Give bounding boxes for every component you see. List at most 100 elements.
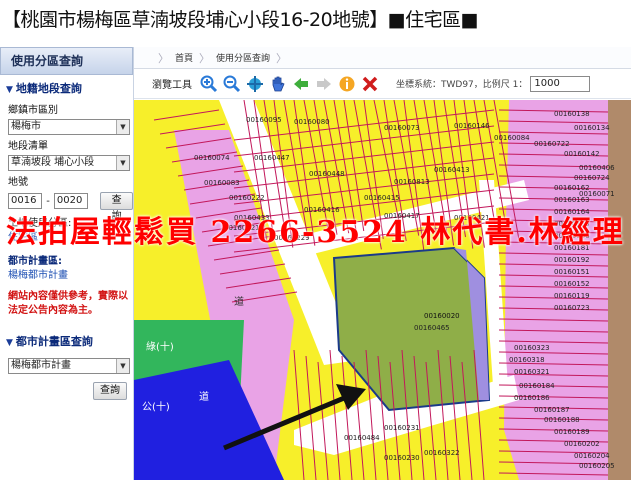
previous-view-icon[interactable] <box>292 75 310 93</box>
parcel-label: 00160073 <box>384 124 420 132</box>
breadcrumb-separator-icon: 〉 <box>276 51 288 65</box>
parcel-label: 00160189 <box>554 428 590 436</box>
sidebar-title: 使用分區查詢 <box>0 47 133 75</box>
highlight-parcel-label: 00160020 <box>424 312 460 320</box>
clear-icon[interactable] <box>361 75 379 93</box>
parcel-label: 00160084 <box>494 134 530 142</box>
parcel-label: 00160192 <box>554 256 590 264</box>
parcel-label: 00160187 <box>534 406 570 414</box>
urban-plan-select-value: 楊梅都市計畫 <box>11 360 71 371</box>
lot-from-input[interactable]: 0016 <box>8 193 43 209</box>
parcel-label: 00160142 <box>564 150 600 158</box>
parcel-label: 00160151 <box>554 268 590 276</box>
parcel-label: 00160813 <box>394 178 430 186</box>
collapse-triangle-icon: ▼ <box>6 338 13 348</box>
parcel-label: 00160406 <box>579 164 615 172</box>
parcel-label: 00160204 <box>574 452 610 460</box>
lot-to-input[interactable]: 0020 <box>53 193 89 209</box>
parcel-label: 00160188 <box>544 416 580 424</box>
section-value: 草湳坡段 埔心小段 <box>11 157 95 168</box>
pan-hand-icon[interactable] <box>269 75 287 93</box>
parcel-label: 00160083 <box>204 179 240 187</box>
plan-query-button-row: 查詢 <box>0 378 133 400</box>
chevron-down-icon: ▼ <box>116 359 129 373</box>
district-value: 楊梅市 <box>11 121 41 132</box>
zone-label: 公(十) <box>142 400 170 413</box>
parcel-label: 00160323 <box>514 344 550 352</box>
urban-plan-label: 都市計畫區: <box>8 256 62 267</box>
parcel-label: 00160080 <box>294 118 330 126</box>
parcel-label: 00160138 <box>554 110 590 118</box>
parcel-label: 00160415 <box>364 194 400 202</box>
parcel-label: 00160322 <box>424 449 460 457</box>
zoom-in-icon[interactable] <box>200 75 218 93</box>
range-dash: - <box>46 195 50 207</box>
zoning-map[interactable]: 00160095 00160080 00160073 00160146 00160084… <box>134 100 631 480</box>
parcel-label: 00160231 <box>384 424 420 432</box>
toolbar-label: 瀏覽工具 <box>152 80 192 91</box>
breadcrumb-home[interactable]: 首頁 <box>175 51 193 64</box>
parcel-label: 00160202 <box>564 440 600 448</box>
plan-query-title: 都市計畫區查詢 <box>15 335 93 348</box>
parcel-label: 00160152 <box>554 280 590 288</box>
main-panel: 〉 首頁 〉 使用分區查詢 〉 瀏覽工具 坐標系統：TWD97，比例尺 1： 1… <box>134 47 631 480</box>
plan-query-header[interactable]: ▼ 都市計畫區查詢 <box>0 332 133 352</box>
parcel-label: 00160447 <box>254 154 290 162</box>
advert-banner: 法拍屋輕鬆買 2266-3524 林代書.林經理 <box>6 215 625 250</box>
query-sidebar: 使用分區查詢 ▼ 地籍地段查詢 鄉鎮市區別 楊梅市 ▼ 地段清單 草湳坡段 埔心小… <box>0 47 134 480</box>
parcel-label: 00160318 <box>509 356 545 364</box>
parcel-label: 00160723 <box>554 304 590 312</box>
breadcrumb: 〉 首頁 〉 使用分區查詢 〉 <box>134 47 631 69</box>
parcel-label: 00160413 <box>434 166 470 174</box>
parcel-label: 00160722 <box>534 140 570 148</box>
parcel-label: 00160184 <box>519 382 555 390</box>
land-query-title: 地籍地段查詢 <box>15 82 82 95</box>
urban-plan-select[interactable]: 楊梅都市計畫 ▼ <box>8 358 130 374</box>
parcel-label: 00160119 <box>554 292 590 300</box>
next-view-icon[interactable] <box>315 75 333 93</box>
plan-query-button[interactable]: 查詢 <box>93 382 127 400</box>
parcel-label: 00160186 <box>514 394 550 402</box>
parcel-label: 00160074 <box>194 154 230 162</box>
parcel-label: 00160134 <box>574 124 610 132</box>
map-canvas[interactable]: 00160095 00160080 00160073 00160146 00160084… <box>134 100 631 480</box>
zone-label: 道 <box>199 390 209 403</box>
full-extent-icon[interactable] <box>246 75 264 93</box>
parcel-label: 00160484 <box>344 434 380 442</box>
parcel-label: 00160465 <box>414 324 450 332</box>
info-icon[interactable] <box>338 75 356 93</box>
urban-plan-value[interactable]: 楊梅都市計畫 <box>0 270 133 282</box>
parcel-label: 00160071 <box>579 190 615 198</box>
parcel-label: 00160230 <box>384 454 420 462</box>
zone-label: 道 <box>234 295 244 308</box>
breadcrumb-separator-icon: 〉 <box>199 51 211 65</box>
lot-label: 地號 <box>8 177 28 188</box>
boundary-strip <box>608 100 631 480</box>
parcel-label: 00160205 <box>579 462 615 470</box>
chevron-down-icon: ▼ <box>116 120 129 134</box>
chevron-down-icon: ▼ <box>116 156 129 170</box>
land-query-header[interactable]: ▼ 地籍地段查詢 <box>0 79 133 99</box>
collapse-triangle-icon: ▼ <box>6 85 13 95</box>
parcel-label: 00160321 <box>514 368 550 376</box>
breadcrumb-separator-icon: 〉 <box>158 51 169 65</box>
disclaimer-note: 網站內容僅供參考，實際以法定公告內容為主。 <box>8 291 128 316</box>
zoom-out-icon[interactable] <box>223 75 241 93</box>
parcel-label: 00160146 <box>454 122 490 130</box>
zone-label: 綠(十) <box>146 340 174 353</box>
parcel-label: 00160222 <box>229 194 265 202</box>
parcel-label: 00160724 <box>574 174 610 182</box>
district-select[interactable]: 楊梅市 ▼ <box>8 119 130 135</box>
section-select[interactable]: 草湳坡段 埔心小段 ▼ <box>8 155 130 171</box>
page-title: 【桃園市楊梅區草湳坡段埔心小段16-20地號】■住宅區■ <box>0 0 631 40</box>
parcel-label: 00160095 <box>246 116 282 124</box>
lot-range-row: 0016 - 0020 查詢 <box>0 192 134 222</box>
district-label: 鄉鎮市區別 <box>8 105 58 116</box>
map-toolbar: 瀏覽工具 坐標系統：TWD97，比例尺 1： 1000 <box>134 69 631 99</box>
coordinate-system-label: 坐標系統：TWD97，比例尺 1： <box>396 80 528 90</box>
section-label: 地段清單 <box>8 141 48 152</box>
parcel-label: 00160448 <box>309 170 345 178</box>
breadcrumb-current: 使用分區查詢 <box>216 54 271 64</box>
land-query-button[interactable]: 查詢 <box>100 192 134 222</box>
scale-input[interactable]: 1000 <box>530 75 591 92</box>
